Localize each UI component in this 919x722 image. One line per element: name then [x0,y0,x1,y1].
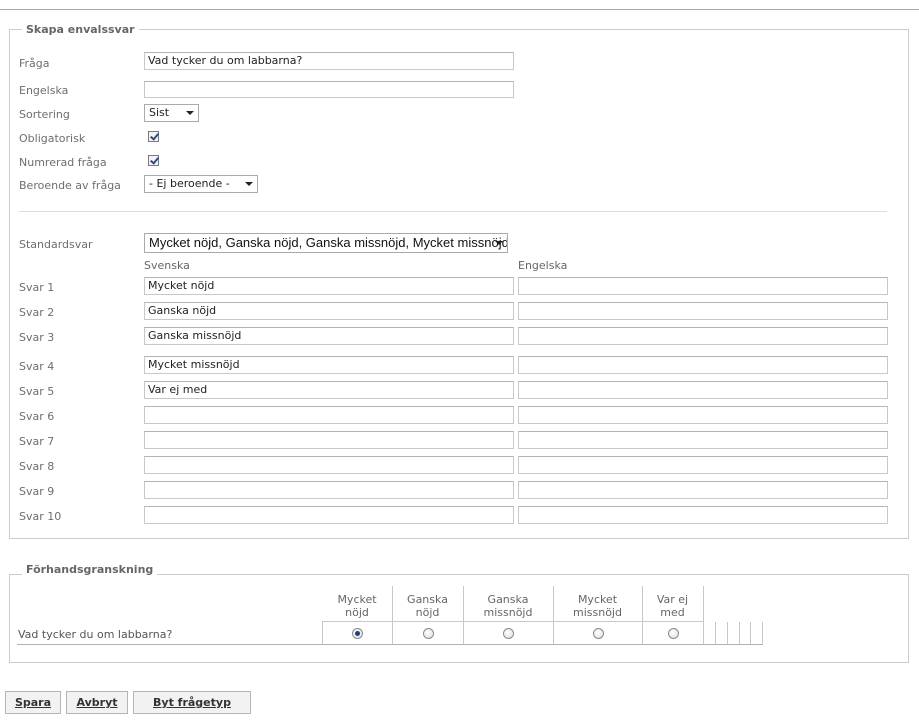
preview-option-label-line2: nöjd [415,606,440,619]
answer-engelska-input[interactable] [518,456,888,474]
standardsvar-label: Standardsvar [19,238,93,251]
preview-option-label-line1: Mycket [577,593,618,606]
preview-option-label-line2: nöjd [345,606,369,619]
fraga-input[interactable]: Vad tycker du om labbarna? [144,52,514,70]
answer-engelska-input[interactable] [518,406,888,424]
answer-label: Svar 2 [19,306,55,319]
answer-svenska-input[interactable]: Ganska nöjd [144,302,514,320]
answer-engelska-input[interactable] [518,327,888,345]
preview-empty-cell-separator [727,622,728,644]
preview-option-label-line2: missnöjd [573,606,622,619]
engelska-label: Engelska [19,84,69,97]
preview-option-label-line2: med [660,606,685,619]
beroende-value: - Ej beroende - [149,177,230,190]
preview-column-separator [322,622,323,644]
answer-engelska-input[interactable] [518,506,888,524]
preview-option-label-line1: Ganska [487,593,529,606]
form-divider [19,211,887,212]
avbryt-button[interactable]: Avbryt [66,691,128,714]
answer-svenska-input[interactable] [144,481,514,499]
preview-empty-cell-separator [739,622,740,644]
preview-question: Vad tycker du om labbarna? [18,628,173,641]
beroende-select[interactable]: - Ej beroende - [144,175,258,193]
preview-option-label-line1: Var ej [656,593,689,606]
preview-option-header: Var ej med [642,593,703,619]
preview-option-header: Ganska missnöjd [463,593,553,619]
obligatorisk-label: Obligatorisk [19,132,86,145]
beroende-label: Beroende av fråga [19,179,121,192]
answer-engelska-input[interactable] [518,381,888,399]
obligatorisk-checkbox[interactable] [148,131,159,142]
answer-engelska-input[interactable] [518,431,888,449]
preview-option-radio[interactable] [668,628,679,639]
numrerad-label: Numrerad fråga [19,156,107,169]
answer-svenska-input[interactable] [144,431,514,449]
preview-empty-cell-separator [715,622,716,644]
numrerad-checkbox[interactable] [148,155,159,166]
answer-label: Svar 8 [19,460,55,473]
answer-svenska-input[interactable] [144,506,514,524]
answer-label: Svar 1 [19,281,55,294]
answer-svenska-input[interactable]: Var ej med [144,381,514,399]
answer-label: Svar 10 [19,510,62,523]
top-divider [0,9,919,10]
preview-option-header: Ganska nöjd [392,593,463,619]
column-engelska: Engelska [518,259,568,272]
answer-engelska-input[interactable] [518,302,888,320]
preview-header-divider [322,621,703,622]
answer-label: Svar 7 [19,435,55,448]
preview-option-label-line1: Ganska [407,593,448,606]
preview-option-label-line2: missnöjd [483,606,533,619]
preview-empty-cell-separator [750,622,751,644]
answer-label: Svar 6 [19,410,55,423]
sortering-select[interactable]: Sist [144,104,199,122]
preview-option-radio[interactable] [352,628,363,639]
sortering-label: Sortering [19,108,70,121]
answer-engelska-input[interactable] [518,481,888,499]
answer-engelska-input[interactable] [518,277,888,295]
answer-svenska-input[interactable]: Mycket nöjd [144,277,514,295]
preview-legend: Förhandsgranskning [22,563,158,576]
preview-option-label-line1: Mycket [337,593,377,606]
form-legend: Skapa envalssvar [22,23,139,36]
standardsvar-value: Mycket nöjd, Ganska nöjd, Ganska missnöj… [149,235,508,250]
preview-option-header: Mycket missnöjd [553,593,642,619]
answer-label: Svar 4 [19,360,55,373]
chevron-down-icon [495,241,503,245]
engelska-input[interactable] [144,81,514,98]
preview-option-radio[interactable] [593,628,604,639]
answer-label: Svar 3 [19,331,55,344]
spara-button[interactable]: Spara [5,691,61,714]
answer-svenska-input[interactable] [144,406,514,424]
column-svenska: Svenska [144,259,190,272]
preview-option-radio[interactable] [423,628,434,639]
sortering-value: Sist [149,106,170,119]
standardsvar-select[interactable]: Mycket nöjd, Ganska nöjd, Ganska missnöj… [144,233,508,253]
chevron-down-icon [186,111,194,115]
fraga-label: Fråga [19,57,50,70]
chevron-down-icon [245,182,253,186]
byt-fragetyp-button[interactable]: Byt frågetyp [133,691,251,714]
answer-label: Svar 5 [19,385,55,398]
answer-label: Svar 9 [19,485,55,498]
preview-row-divider [17,644,763,645]
preview-empty-cell-separator [762,622,763,644]
answer-svenska-input[interactable] [144,456,514,474]
preview-option-radio[interactable] [503,628,514,639]
preview-option-header: Mycket nöjd [322,593,392,619]
preview-column-separator [703,586,704,644]
answer-svenska-input[interactable]: Mycket missnöjd [144,356,514,374]
answer-engelska-input[interactable] [518,356,888,374]
answer-svenska-input[interactable]: Ganska missnöjd [144,327,514,345]
